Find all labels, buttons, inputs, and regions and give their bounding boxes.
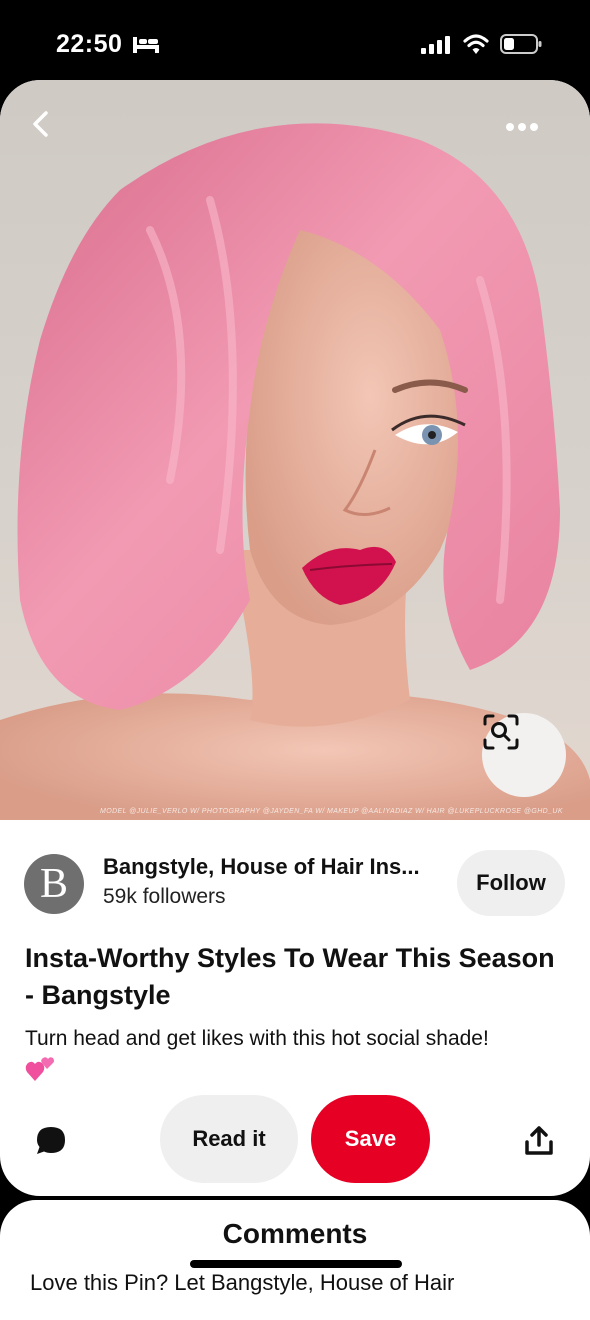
pin-description: Turn head and get likes with this hot so… (25, 1027, 489, 1050)
pin-card: MODEL @JULIE_VERLO W/ PHOTOGRAPHY @JAYDE… (0, 80, 590, 1196)
signal-icon (421, 36, 450, 54)
more-icon (506, 123, 538, 131)
back-icon (33, 111, 48, 137)
back-button[interactable] (30, 110, 74, 154)
comments-preview: Love this Pin? Let Bangstyle, House of H… (30, 1270, 455, 1295)
read-it-button[interactable]: Read it (160, 1095, 298, 1183)
wifi-icon (463, 34, 489, 54)
bed-icon (133, 37, 159, 53)
pink-bob-portrait (0, 123, 590, 820)
visual-search-button[interactable] (482, 713, 566, 797)
comments-title: Comments (222, 1218, 368, 1249)
more-options-button[interactable] (505, 122, 555, 158)
save-button[interactable]: Save (311, 1095, 430, 1183)
pin-title: Insta-Worthy Styles To Wear This Season … (25, 943, 555, 1010)
sparkling-heart-emoji (25, 1057, 54, 1081)
image-credit: MODEL @JULIE_VERLO W/ PHOTOGRAPHY @JAYDE… (100, 808, 563, 815)
creator-name[interactable]: Bangstyle, House of Hair Ins... (103, 854, 448, 880)
battery-icon (500, 34, 542, 54)
follower-count: 59k followers (103, 885, 226, 908)
pin-image[interactable]: MODEL @JULIE_VERLO W/ PHOTOGRAPHY @JAYDE… (0, 80, 590, 820)
visual-search-icon (483, 714, 519, 750)
home-indicator[interactable] (190, 1260, 402, 1268)
follow-button[interactable]: Follow (457, 850, 565, 916)
creator-avatar[interactable]: B (24, 854, 84, 914)
comment-icon[interactable] (34, 1124, 68, 1158)
status-bar: 22:50 (0, 0, 590, 80)
share-icon[interactable] (522, 1124, 556, 1158)
status-time: 22:50 (56, 30, 123, 58)
